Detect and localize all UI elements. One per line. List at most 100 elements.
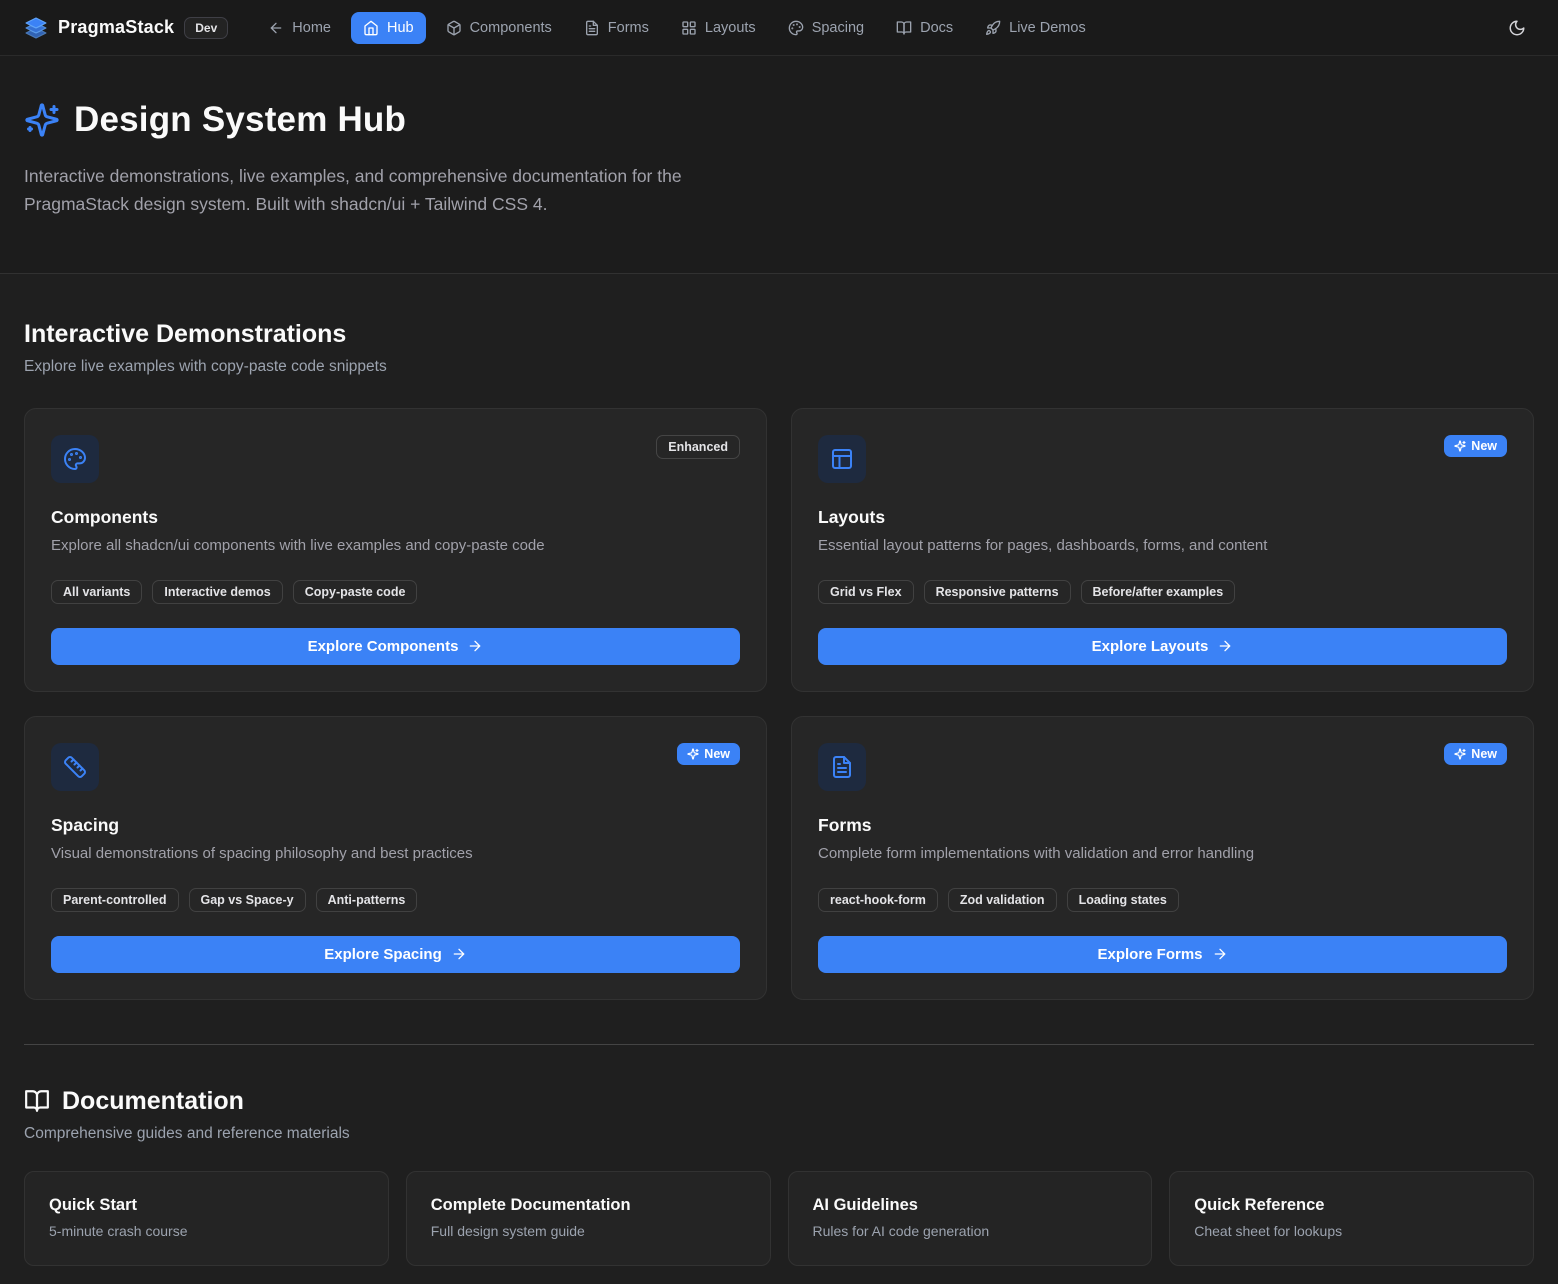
button-label: Explore Layouts bbox=[1092, 638, 1209, 655]
doc-card-quick-reference[interactable]: Quick Reference Cheat sheet for lookups bbox=[1169, 1171, 1534, 1266]
docs-heading: Documentation bbox=[62, 1087, 244, 1116]
arrow-right-icon bbox=[1212, 946, 1228, 962]
feature-tag: All variants bbox=[51, 580, 142, 604]
doc-card-title: AI Guidelines bbox=[813, 1196, 1128, 1215]
feature-tag: Parent-controlled bbox=[51, 888, 179, 912]
ruler-icon bbox=[51, 743, 99, 791]
layout-grid-icon bbox=[681, 20, 697, 36]
arrow-left-icon bbox=[268, 20, 284, 36]
doc-card-ai-guidelines[interactable]: AI Guidelines Rules for AI code generati… bbox=[788, 1171, 1153, 1266]
nav-item-label: Spacing bbox=[812, 20, 864, 36]
badge-label: New bbox=[1471, 439, 1497, 453]
layers-logo-icon bbox=[24, 16, 48, 40]
nav-item-home[interactable]: Home bbox=[256, 12, 343, 44]
new-badge: New bbox=[1444, 435, 1507, 457]
explore-forms-button[interactable]: Explore Forms bbox=[818, 936, 1507, 973]
nav-item-spacing[interactable]: Spacing bbox=[776, 12, 876, 44]
nav-item-live-demos[interactable]: Live Demos bbox=[973, 12, 1098, 44]
demos-section: Interactive Demonstrations Explore live … bbox=[0, 274, 1558, 1000]
explore-components-button[interactable]: Explore Components bbox=[51, 628, 740, 665]
feature-tag: Before/after examples bbox=[1081, 580, 1236, 604]
palette-icon bbox=[51, 435, 99, 483]
feature-tag: Responsive patterns bbox=[924, 580, 1071, 604]
sparkles-icon bbox=[24, 102, 60, 138]
doc-card-description: Rules for AI code generation bbox=[813, 1223, 1128, 1239]
doc-card-description: 5-minute crash course bbox=[49, 1223, 364, 1239]
book-open-icon bbox=[896, 20, 912, 36]
demo-card-spacing: New Spacing Visual demonstrations of spa… bbox=[24, 716, 767, 1000]
feature-tag: Anti-patterns bbox=[316, 888, 418, 912]
sparkles-icon bbox=[1454, 440, 1466, 452]
layout-panel-icon bbox=[818, 435, 866, 483]
page-subtitle: Interactive demonstrations, live example… bbox=[24, 162, 784, 219]
moon-icon bbox=[1508, 19, 1526, 37]
brand-name: PragmaStack bbox=[58, 17, 174, 38]
feature-tag: Loading states bbox=[1067, 888, 1179, 912]
new-badge: New bbox=[1444, 743, 1507, 765]
doc-card-description: Full design system guide bbox=[431, 1223, 746, 1239]
doc-card-title: Quick Start bbox=[49, 1196, 364, 1215]
feature-tag: Gap vs Space-y bbox=[189, 888, 306, 912]
file-text-icon bbox=[818, 743, 866, 791]
demos-heading: Interactive Demonstrations bbox=[24, 320, 1534, 349]
card-title: Spacing bbox=[51, 815, 740, 836]
nav-item-label: Home bbox=[292, 20, 331, 36]
doc-card-title: Quick Reference bbox=[1194, 1196, 1509, 1215]
button-label: Explore Spacing bbox=[324, 946, 442, 963]
badge-label: New bbox=[1471, 747, 1497, 761]
home-icon bbox=[363, 20, 379, 36]
nav-item-layouts[interactable]: Layouts bbox=[669, 12, 768, 44]
badge-label: New bbox=[704, 747, 730, 761]
top-nav: PragmaStack Dev Home Hub Components Fo bbox=[0, 0, 1558, 56]
doc-card-description: Cheat sheet for lookups bbox=[1194, 1223, 1509, 1239]
demo-card-layouts: New Layouts Essential layout patterns fo… bbox=[791, 408, 1534, 692]
card-description: Complete form implementations with valid… bbox=[818, 845, 1507, 862]
demo-card-grid: Enhanced Components Explore all shadcn/u… bbox=[24, 408, 1534, 1000]
docs-subheading: Comprehensive guides and reference mater… bbox=[24, 1125, 1534, 1143]
brand[interactable]: PragmaStack Dev bbox=[24, 16, 228, 40]
new-badge: New bbox=[677, 743, 740, 765]
nav-item-hub[interactable]: Hub bbox=[351, 12, 426, 44]
explore-layouts-button[interactable]: Explore Layouts bbox=[818, 628, 1507, 665]
nav-item-label: Layouts bbox=[705, 20, 756, 36]
box-icon bbox=[446, 20, 462, 36]
demo-card-components: Enhanced Components Explore all shadcn/u… bbox=[24, 408, 767, 692]
feature-tag: Copy-paste code bbox=[293, 580, 418, 604]
page-title: Design System Hub bbox=[74, 100, 406, 140]
file-text-icon bbox=[584, 20, 600, 36]
card-title: Layouts bbox=[818, 507, 1507, 528]
nav-item-label: Hub bbox=[387, 20, 414, 36]
feature-tag: Zod validation bbox=[948, 888, 1057, 912]
sparkles-icon bbox=[687, 748, 699, 760]
button-label: Explore Forms bbox=[1097, 946, 1202, 963]
card-title: Components bbox=[51, 507, 740, 528]
nav-item-label: Forms bbox=[608, 20, 649, 36]
docs-section: Documentation Comprehensive guides and r… bbox=[0, 1045, 1558, 1266]
nav-item-label: Components bbox=[470, 20, 552, 36]
card-title: Forms bbox=[818, 815, 1507, 836]
nav-item-docs[interactable]: Docs bbox=[884, 12, 965, 44]
arrow-right-icon bbox=[467, 638, 483, 654]
feature-tag: Interactive demos bbox=[152, 580, 282, 604]
nav-item-label: Docs bbox=[920, 20, 953, 36]
nav-item-forms[interactable]: Forms bbox=[572, 12, 661, 44]
dev-badge: Dev bbox=[184, 17, 228, 39]
feature-tag: react-hook-form bbox=[818, 888, 938, 912]
doc-card-complete-documentation[interactable]: Complete Documentation Full design syste… bbox=[406, 1171, 771, 1266]
demos-subheading: Explore live examples with copy-paste co… bbox=[24, 358, 1534, 376]
nav-item-components[interactable]: Components bbox=[434, 12, 564, 44]
nav-item-label: Live Demos bbox=[1009, 20, 1086, 36]
button-label: Explore Components bbox=[308, 638, 459, 655]
theme-toggle-button[interactable] bbox=[1500, 11, 1534, 45]
hero-section: Design System Hub Interactive demonstrat… bbox=[0, 56, 1558, 274]
explore-spacing-button[interactable]: Explore Spacing bbox=[51, 936, 740, 973]
nav-items: Home Hub Components Forms Layouts bbox=[256, 12, 1472, 44]
demo-card-forms: New Forms Complete form implementations … bbox=[791, 716, 1534, 1000]
book-open-icon bbox=[24, 1088, 50, 1114]
feature-tag: Grid vs Flex bbox=[818, 580, 914, 604]
rocket-icon bbox=[985, 20, 1001, 36]
arrow-right-icon bbox=[451, 946, 467, 962]
doc-card-grid: Quick Start 5-minute crash course Comple… bbox=[24, 1171, 1534, 1266]
doc-card-quick-start[interactable]: Quick Start 5-minute crash course bbox=[24, 1171, 389, 1266]
card-description: Visual demonstrations of spacing philoso… bbox=[51, 845, 740, 862]
